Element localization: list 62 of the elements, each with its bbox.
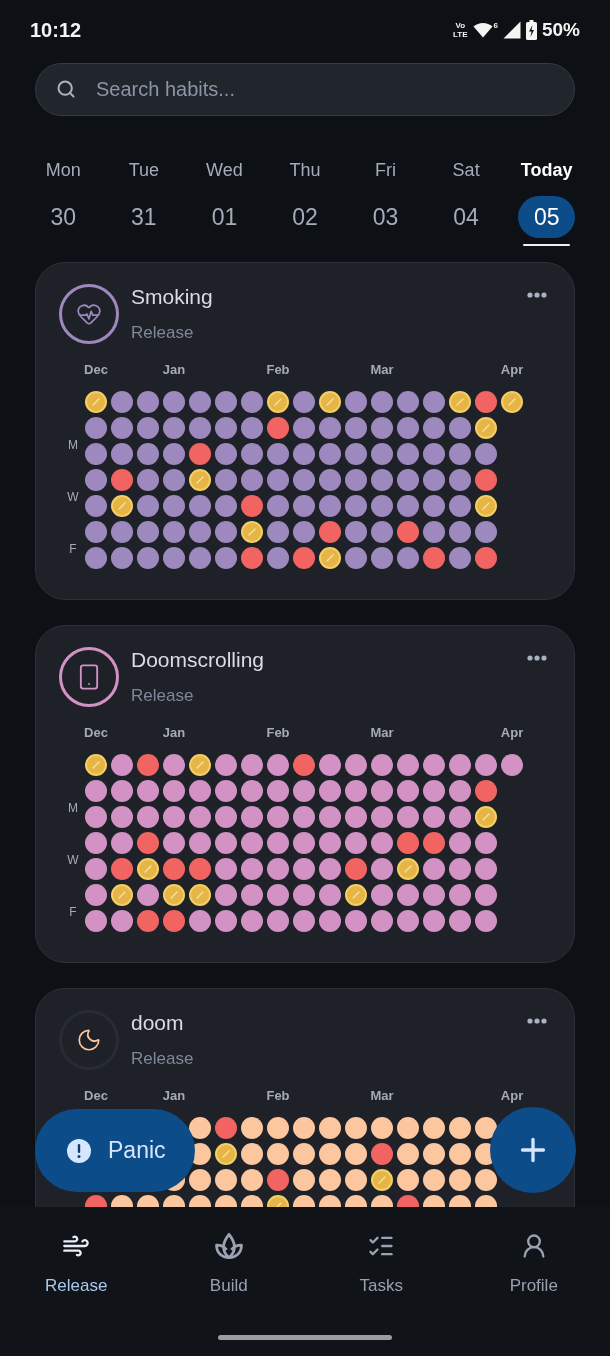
battery-charging-icon <box>525 20 537 40</box>
weekday-label: Today <box>520 159 573 182</box>
month-label: Feb <box>266 1088 290 1104</box>
month-label: Apr <box>500 362 524 378</box>
month-label: Mar <box>370 725 394 741</box>
clock-time: 10:12 <box>30 18 82 42</box>
month-label: Dec <box>84 725 108 741</box>
battery-percentage: 50% <box>541 19 580 41</box>
habit-name: Doomscrolling <box>131 647 265 673</box>
wifi-generation-label: 6 <box>493 22 498 30</box>
weekday-label: M <box>68 801 78 815</box>
moon-icon <box>76 1027 102 1053</box>
month-label: Mar <box>370 1088 394 1104</box>
weekday-label: W <box>67 490 79 504</box>
more-icon[interactable] <box>527 655 547 661</box>
date-button[interactable]: 04 <box>453 203 479 231</box>
weekday-label: W <box>67 853 79 867</box>
month-label: Feb <box>266 725 290 741</box>
month-label: Dec <box>84 1088 108 1104</box>
nav-tab[interactable]: Profile <box>509 1232 558 1297</box>
signal-icon <box>502 21 521 39</box>
weekday-label: Wed <box>206 159 243 182</box>
date-button[interactable]: 02 <box>292 203 318 231</box>
wifi-icon <box>472 22 493 38</box>
search-field[interactable]: Search habits... <box>35 63 575 116</box>
heart-pulse-icon <box>76 301 102 327</box>
month-label: Dec <box>84 362 108 378</box>
more-icon[interactable] <box>527 292 547 298</box>
nav-tab[interactable]: Tasks <box>359 1232 403 1297</box>
habit-category: Release <box>131 1048 194 1070</box>
month-label: Apr <box>500 725 524 741</box>
weekday-label: F <box>69 542 77 556</box>
month-label: Mar <box>370 362 394 378</box>
weekday-label: Sat <box>452 159 480 182</box>
date-button[interactable]: 31 <box>131 203 157 231</box>
month-label: Jan <box>162 725 186 741</box>
habit-name: Smoking <box>131 284 213 310</box>
volte-indicator: Vo LTE <box>453 21 468 39</box>
alert-icon <box>67 1138 91 1163</box>
lotus-icon <box>214 1232 243 1260</box>
month-label: Apr <box>500 1088 524 1104</box>
weekday-label: M <box>68 438 78 452</box>
more-icon[interactable] <box>527 1018 547 1024</box>
habit-category: Release <box>131 685 195 707</box>
weekday-label: Thu <box>289 159 321 182</box>
date-button[interactable]: 05 <box>518 196 576 238</box>
date-button[interactable]: 03 <box>372 203 399 231</box>
weekday-label: Tue <box>128 159 160 182</box>
nav-tab[interactable]: Build <box>209 1232 248 1297</box>
habit-name: doom <box>131 1010 185 1036</box>
nav-tab[interactable]: Release <box>45 1232 108 1297</box>
month-label: Feb <box>266 362 290 378</box>
month-label: Jan <box>162 362 186 378</box>
panic-button[interactable]: Panic <box>35 1109 195 1192</box>
weekday-label: Fri <box>375 159 397 182</box>
date-button[interactable]: 01 <box>211 203 238 231</box>
search-icon <box>56 79 76 99</box>
habit-category: Release <box>131 322 195 344</box>
date-button[interactable]: 30 <box>50 203 77 231</box>
weekday-label: Mon <box>45 159 81 182</box>
month-label: Jan <box>162 1088 186 1104</box>
weekday-label: F <box>69 905 77 919</box>
